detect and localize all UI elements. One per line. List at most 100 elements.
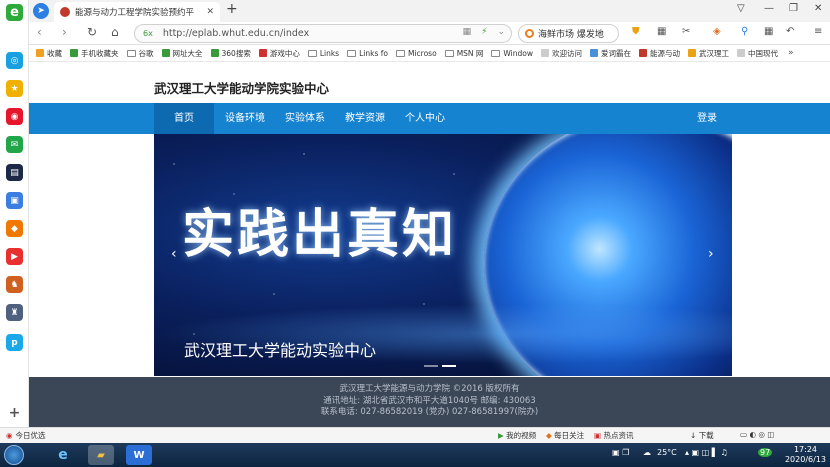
bookmark-item[interactable]: 武汉理工 xyxy=(688,48,729,59)
menu-icon[interactable]: ≡ xyxy=(814,26,822,37)
close-icon[interactable]: ✕ xyxy=(814,3,822,14)
today-picks[interactable]: ◉ 今日优选 xyxy=(6,430,46,441)
reader-icon[interactable]: ▦ xyxy=(463,27,472,37)
bookmark-item[interactable]: 360搜索 xyxy=(210,48,251,59)
bookmark-item[interactable]: 手机收藏夹 xyxy=(70,48,119,59)
url-input[interactable]: 6x http://eplab.whut.edu.cn/index ▦ ⚡ ⌄ xyxy=(134,24,512,43)
hero-banner[interactable]: 实践出真知 武汉理工大学能动实验中心 ‹ › xyxy=(154,134,732,376)
start-button[interactable] xyxy=(4,445,24,465)
scissors-icon[interactable]: ✂ xyxy=(682,26,690,37)
tab-close-icon[interactable]: ✕ xyxy=(206,7,214,17)
back-icon[interactable]: ‹ xyxy=(37,25,42,39)
bookmark-item[interactable]: 欢迎访问 xyxy=(541,48,582,59)
shirt-skin-icon[interactable]: ▽ xyxy=(737,3,745,14)
bookmark-item[interactable]: Links fo xyxy=(347,49,388,58)
forward-icon[interactable]: › xyxy=(62,25,67,39)
nav-equipment[interactable]: 设备环境 xyxy=(216,103,274,134)
sidebar-mail-icon[interactable]: ✉ xyxy=(6,136,23,153)
grid-icon[interactable]: ▦ xyxy=(657,26,666,37)
folder-icon xyxy=(126,49,136,57)
sidebar-game-icon[interactable]: ♞ xyxy=(6,276,23,293)
browser-nav-icon[interactable]: ➤ xyxy=(33,3,49,19)
speed-icon[interactable]: ⚡ xyxy=(481,27,487,37)
bookmark-item[interactable]: 爱词霸在 xyxy=(590,48,631,59)
browser-logo-icon[interactable]: e xyxy=(6,4,23,21)
status-news[interactable]: ▣ 热点资讯 xyxy=(594,430,633,441)
login-link[interactable]: 登录 xyxy=(697,103,717,134)
search-query: 海鲜市场 爆发地 xyxy=(538,30,604,40)
bookmark-item[interactable]: Microso xyxy=(396,49,437,58)
taskbar-ie-icon[interactable]: e xyxy=(50,445,76,465)
sidebar-news-icon[interactable]: ▤ xyxy=(6,164,23,181)
sidebar-weibo-icon[interactable]: ◉ xyxy=(6,108,23,125)
web-page: 武汉理工大学能动学院实验中心 首页 设备环境 实验体系 教学资源 个人中心 登录… xyxy=(29,62,830,427)
shield-icon[interactable]: ⛊ xyxy=(632,26,640,37)
bookmark-item[interactable]: Window xyxy=(491,49,533,58)
search-icon xyxy=(525,29,534,38)
find-icon[interactable]: ⚲ xyxy=(741,26,748,37)
taskbar-wps-icon[interactable]: W xyxy=(126,445,152,465)
browser-status-bar: ◉ 今日优选 ▶ 我的视频 ◆ 每日关注 ▣ 热点资讯 ↓ 下载 ▭ ◐ ◎ ◫ xyxy=(0,427,830,443)
clock-date: 2020/6/13 xyxy=(784,455,826,464)
sidebar-p-icon[interactable]: p xyxy=(6,334,23,351)
bookmark-label: MSN 网 xyxy=(456,48,484,58)
nav-profile[interactable]: 个人中心 xyxy=(396,103,454,134)
status-video[interactable]: ▶ 我的视频 xyxy=(498,430,536,441)
sidebar-doc-icon[interactable]: ▣ xyxy=(6,192,23,209)
sidebar-add-icon[interactable]: + xyxy=(6,404,23,421)
tab-title: 能源与动力工程学院实验预约平 xyxy=(75,8,195,18)
minimize-icon[interactable]: — xyxy=(764,3,774,14)
bookmark-item[interactable]: 网址大全 xyxy=(161,48,203,59)
status-download-label: 下载 xyxy=(698,431,714,440)
bookmark-item[interactable]: 游戏中心 xyxy=(258,48,300,59)
gamepad-icon[interactable]: ◈ xyxy=(713,26,721,37)
system-clock[interactable]: 17:24 2020/6/13 xyxy=(785,445,826,465)
bookmark-label: Links xyxy=(319,48,340,58)
carousel-dot[interactable] xyxy=(424,365,438,367)
dropdown-icon[interactable]: ⌄ xyxy=(497,27,505,37)
apps-icon[interactable]: ▦ xyxy=(764,26,773,37)
bookmark-item[interactable]: 能源与动 xyxy=(639,48,680,59)
sidebar-video-icon[interactable]: ▶ xyxy=(6,248,23,265)
url-actions: ▦ ⚡ ⌄ xyxy=(463,27,505,37)
nav-resources[interactable]: 教学资源 xyxy=(336,103,394,134)
bookmark-label: 360搜索 xyxy=(221,48,251,58)
bookmark-label: 游戏中心 xyxy=(269,48,300,58)
search-input[interactable]: 海鲜市场 爆发地 xyxy=(518,24,619,43)
status-tools-icon[interactable]: ▭ ◐ ◎ ◫ xyxy=(740,430,774,439)
today-picks-icon: ◉ xyxy=(6,431,13,440)
bookmark-label: 爱词霸在 xyxy=(601,48,631,58)
carousel-dot-active[interactable] xyxy=(442,365,456,367)
nav-experiments[interactable]: 实验体系 xyxy=(276,103,334,134)
new-tab-button[interactable]: + xyxy=(226,1,238,17)
carousel-next-icon[interactable]: › xyxy=(708,246,714,262)
sidebar-app-icon[interactable]: ◎ xyxy=(6,52,23,69)
status-follow[interactable]: ◆ 每日关注 xyxy=(546,430,584,441)
bookmark-label: 手机收藏夹 xyxy=(81,48,119,58)
sidebar-star-icon[interactable]: ★ xyxy=(6,80,23,97)
bookmark-item[interactable]: 谷歌 xyxy=(126,48,154,59)
sidebar-shop-icon[interactable]: ◆ xyxy=(6,220,23,237)
home-icon[interactable]: ⌂ xyxy=(111,25,119,39)
tray-badge-icon[interactable]: 97 xyxy=(758,448,773,457)
tray-system-icons[interactable]: ▴ ▣ ◫ ▌ ♫ xyxy=(685,448,728,457)
bookmark-item[interactable]: 收藏 xyxy=(36,48,62,59)
bookmark-item[interactable]: 中国现代 xyxy=(737,48,778,59)
bookmarks-bar: 收藏 手机收藏夹 谷歌 网址大全 360搜索 游戏中心 Links Links fo Micro… xyxy=(29,45,830,62)
tray-apps-icon[interactable]: ▣ ❐ xyxy=(612,448,629,457)
maximize-icon[interactable]: ❐ xyxy=(789,3,798,14)
carousel-prev-icon[interactable]: ‹ xyxy=(171,246,177,262)
status-download[interactable]: ↓ 下载 xyxy=(690,430,714,441)
download-icon: ↓ xyxy=(690,431,697,440)
undo-icon[interactable]: ↶ xyxy=(786,26,794,37)
bookmark-item[interactable]: MSN 网 xyxy=(444,48,484,59)
nav-home[interactable]: 首页 xyxy=(154,103,214,134)
bookmarks-more-icon[interactable]: » xyxy=(788,48,794,58)
bookmark-item[interactable]: Links xyxy=(307,48,340,58)
taskbar-explorer-icon[interactable]: ▰ xyxy=(88,445,114,465)
follow-icon: ◆ xyxy=(546,431,552,440)
sidebar-game2-icon[interactable]: ♜ xyxy=(6,304,23,321)
site-icon xyxy=(639,49,647,57)
browser-tab-active[interactable]: 能源与动力工程学院实验预约平 ✕ xyxy=(54,2,220,22)
refresh-icon[interactable]: ↻ xyxy=(87,25,97,39)
